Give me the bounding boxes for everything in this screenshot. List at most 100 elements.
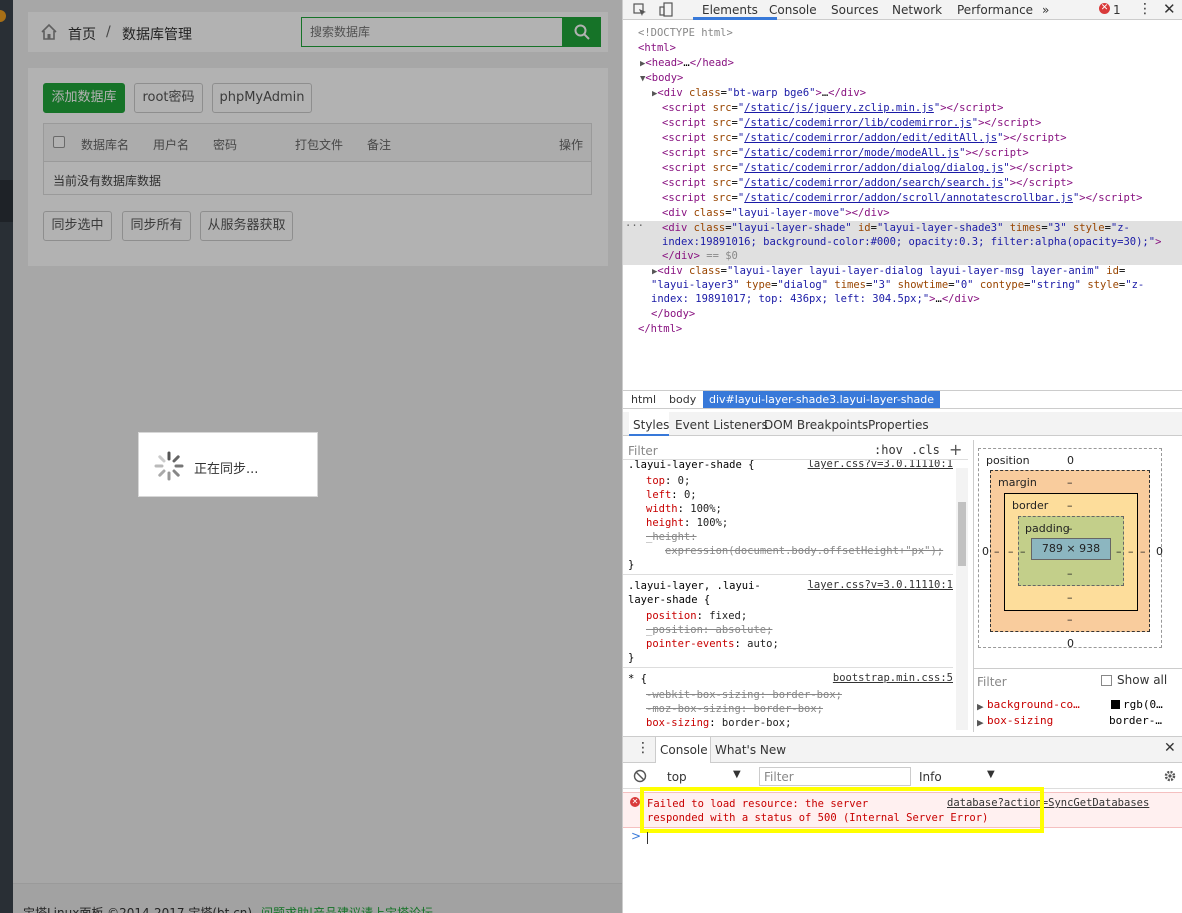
dom-line[interactable]: <script src="/static/codemirror/addon/di… (662, 161, 1073, 176)
computed-property[interactable]: box-sizing (987, 714, 1053, 727)
css-selector[interactable]: .layui-layer-shade { (628, 460, 754, 472)
css-property-overridden[interactable]: -moz-box-sizing: border-box; (646, 702, 823, 716)
dom-line[interactable]: <div class="layui-layer-move"></div> (662, 206, 890, 221)
close-icon[interactable]: ✕ (1163, 0, 1176, 18)
breadcrumb-body[interactable]: body (669, 393, 696, 406)
dom-line-selected[interactable]: <div class="layui-layer-shade" id="layui… (662, 221, 1130, 236)
padding-bottom-value[interactable]: – (1067, 567, 1073, 580)
color-swatch[interactable] (1111, 700, 1120, 709)
tab-dom-breakpoints[interactable]: DOM Breakpoints (764, 418, 868, 432)
css-source-link[interactable]: bootstrap.min.css:5 (833, 672, 953, 684)
position-left-value[interactable]: 0 (982, 545, 989, 558)
margin-left-value[interactable]: – (994, 545, 1000, 558)
devtools-menu-icon[interactable]: ⋮ (1138, 1, 1152, 17)
tab-console[interactable]: Console (769, 3, 817, 17)
tab-performance[interactable]: Performance (957, 3, 1033, 17)
dom-line[interactable]: <script src="/static/codemirror/addon/sc… (662, 191, 1142, 206)
dom-line[interactable]: ▶<head>…</head> (640, 56, 734, 72)
css-property[interactable]: left: 0; (646, 488, 697, 502)
css-property[interactable]: box-sizing: border-box; (646, 716, 791, 730)
chevron-down-icon[interactable]: ▼ (733, 769, 741, 780)
tab-sources[interactable]: Sources (831, 3, 878, 17)
css-property-overridden[interactable]: _position: absolute; (646, 623, 772, 637)
log-level-selector[interactable]: Info (919, 770, 942, 784)
border-bottom-value[interactable]: – (1067, 591, 1073, 604)
css-source-link[interactable]: layer.css?v=3.0.11110:1 (808, 579, 953, 591)
css-property[interactable]: width: 100%; (646, 502, 722, 516)
css-property-overridden[interactable]: expression(document.body.offsetHeight+"p… (665, 544, 943, 558)
expand-icon[interactable]: ▶ (977, 700, 984, 713)
dom-line[interactable]: <html> (638, 41, 676, 56)
error-count[interactable]: 1 (1113, 3, 1121, 17)
clear-console-icon[interactable] (633, 769, 647, 783)
dom-line-selected[interactable]: index:19891016; background-color:#000; o… (662, 235, 1161, 250)
console-input[interactable] (647, 832, 648, 844)
tab-network[interactable]: Network (892, 3, 942, 17)
device-toolbar-icon[interactable] (659, 2, 673, 17)
hover-state-toggle[interactable]: :hov (874, 443, 903, 457)
dom-line[interactable]: </html> (638, 322, 682, 337)
dom-line[interactable]: <script src="/static/codemirror/lib/code… (662, 116, 1041, 131)
box-model-content[interactable]: 789 × 938 (1031, 538, 1111, 560)
scrollbar-thumb[interactable] (958, 502, 966, 566)
gear-icon[interactable] (1163, 769, 1177, 783)
show-all-label[interactable]: Show all (1117, 673, 1167, 687)
tab-elements[interactable]: Elements (702, 3, 758, 17)
position-right-value[interactable]: 0 (1156, 545, 1163, 558)
computed-property[interactable]: background-co… (987, 698, 1080, 711)
margin-bottom-value[interactable]: – (1067, 613, 1073, 626)
dom-line[interactable]: ▼<body> (640, 71, 683, 87)
tab-properties[interactable]: Properties (868, 418, 929, 432)
dom-line[interactable]: <script src="/static/js/jquery.zclip.min… (662, 101, 1003, 116)
styles-scrollbar[interactable] (956, 468, 968, 730)
dom-line[interactable]: <!DOCTYPE html> (638, 26, 733, 41)
error-icon[interactable]: ✕ (1099, 3, 1110, 14)
expand-icon[interactable]: ▶ (977, 716, 984, 729)
padding-left-value[interactable]: – (1020, 545, 1026, 558)
dom-line[interactable]: <script src="/static/codemirror/mode/mod… (662, 146, 1029, 161)
show-all-checkbox[interactable] (1101, 675, 1112, 686)
dom-line[interactable]: "layui-layer3" type="dialog" times="3" s… (651, 278, 1144, 293)
css-property[interactable]: height: 100%; (646, 516, 728, 530)
css-selector[interactable]: .layui-layer, .layui- (628, 579, 761, 593)
dom-line[interactable]: <script src="/static/codemirror/addon/se… (662, 176, 1073, 191)
breadcrumb-html[interactable]: html (631, 393, 656, 406)
dom-line-selected[interactable]: </div> == $0 (662, 249, 738, 264)
close-drawer-icon[interactable]: ✕ (1164, 740, 1176, 756)
position-top-value[interactable]: 0 (1067, 454, 1074, 467)
styles-filter-input[interactable]: Filter (628, 444, 658, 458)
border-right-value[interactable]: – (1128, 545, 1134, 558)
computed-filter-input[interactable]: Filter (977, 675, 1007, 689)
add-rule-icon[interactable]: + (949, 440, 962, 459)
border-left-value[interactable]: – (1008, 545, 1014, 558)
css-source-link[interactable]: layer.css?v=3.0.11110:1 (808, 460, 953, 470)
dom-line[interactable]: ▶<div class="bt-warp bge6">…</div> (652, 86, 866, 102)
drawer-tab-console[interactable]: Console (660, 743, 708, 757)
css-property[interactable]: pointer-events: auto; (646, 637, 779, 651)
css-selector[interactable]: layer-shade { (628, 593, 710, 607)
more-tabs-icon[interactable]: » (1042, 3, 1049, 17)
class-toggle[interactable]: .cls (911, 443, 940, 457)
node-actions-icon[interactable]: ··· (625, 219, 644, 234)
dom-line[interactable]: <script src="/static/codemirror/addon/ed… (662, 131, 1067, 146)
css-selector[interactable]: * { (628, 672, 647, 686)
padding-top-value[interactable]: – (1067, 522, 1073, 535)
console-filter-input[interactable]: Filter (759, 767, 911, 786)
dom-line[interactable]: </body> (651, 307, 695, 322)
margin-top-value[interactable]: – (1067, 476, 1073, 489)
border-top-value[interactable]: – (1067, 499, 1073, 512)
margin-right-value[interactable]: – (1140, 545, 1146, 558)
context-selector[interactable]: top (667, 770, 687, 784)
chevron-down-icon[interactable]: ▼ (987, 769, 995, 780)
drawer-menu-icon[interactable]: ⋮ (636, 740, 650, 756)
position-bottom-value[interactable]: 0 (1067, 637, 1074, 650)
dom-line[interactable]: index: 19891017; top: 436px; left: 304.5… (651, 292, 980, 307)
padding-right-value[interactable]: – (1116, 545, 1122, 558)
breadcrumb-selected-node[interactable]: div#layui-layer-shade3.layui-layer-shade (703, 391, 940, 408)
tab-styles[interactable]: Styles (633, 418, 669, 432)
css-property-overridden[interactable]: _height: (646, 530, 697, 544)
css-property[interactable]: top: 0; (646, 474, 690, 488)
inspect-element-icon[interactable] (633, 3, 647, 17)
drawer-tab-whats-new[interactable]: What's New (715, 743, 786, 757)
css-property[interactable]: position: fixed; (646, 609, 747, 623)
